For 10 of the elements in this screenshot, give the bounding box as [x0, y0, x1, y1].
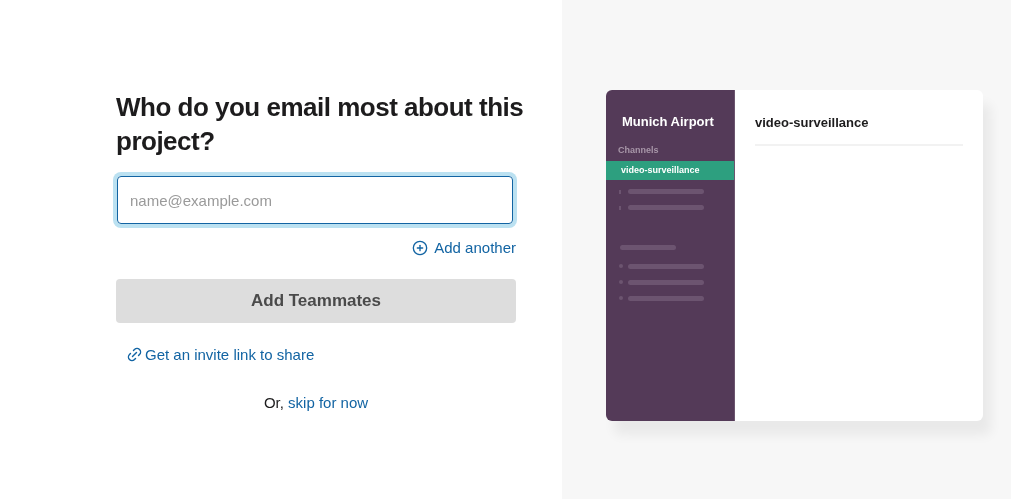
invite-link[interactable]: Get an invite link to share	[126, 343, 315, 366]
skip-link[interactable]: skip for now	[288, 394, 369, 411]
channel-item[interactable]: video-surveillance	[606, 161, 734, 180]
workspace-name: Munich Airport	[621, 113, 715, 131]
channel-title: video-surveillance	[755, 113, 963, 146]
plus-circle-icon	[412, 240, 429, 257]
page-heading: Who do you email most about this project?	[116, 91, 525, 158]
skip-text: Or, skip for now	[262, 393, 370, 413]
add-another-link[interactable]: Add another	[412, 237, 516, 260]
channels-label: Channels	[617, 143, 660, 157]
